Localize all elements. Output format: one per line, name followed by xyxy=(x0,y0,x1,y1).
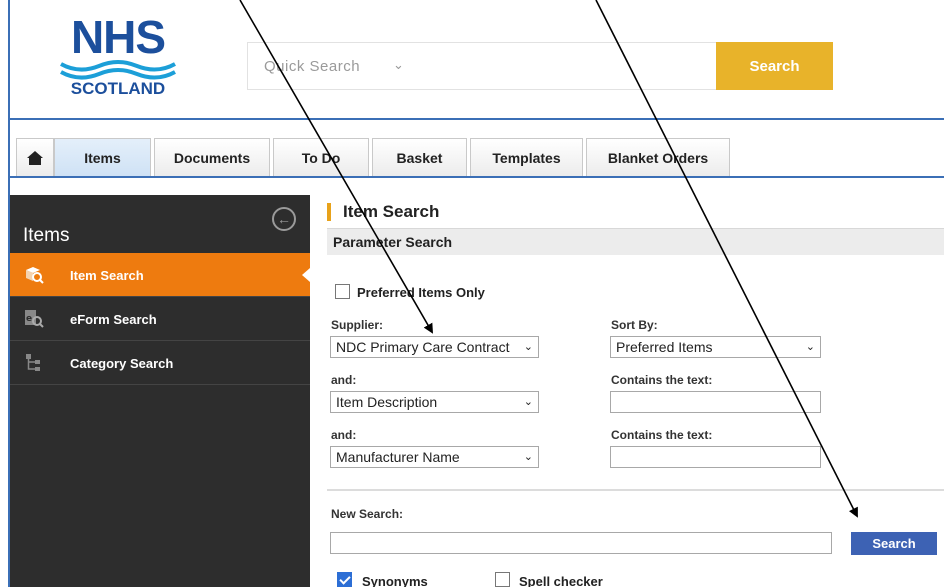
tab-documents[interactable]: Documents xyxy=(154,138,270,176)
sidebar-item-label: Item Search xyxy=(70,268,144,283)
page-title: Item Search xyxy=(327,203,439,221)
tab-to-do[interactable]: To Do xyxy=(273,138,369,176)
tab-templates[interactable]: Templates xyxy=(470,138,583,176)
contains-text-input-1[interactable] xyxy=(610,391,821,413)
logo-nhs-text: NHS xyxy=(70,11,166,63)
home-icon xyxy=(27,150,43,165)
tab-basket[interactable]: Basket xyxy=(372,138,467,176)
section-title: Parameter Search xyxy=(333,234,453,250)
chevron-down-icon: ⌄ xyxy=(523,451,533,463)
sort-by-select[interactable]: Preferred Items ⌄ xyxy=(610,336,821,358)
sidebar-item-label: eForm Search xyxy=(70,312,157,327)
parameter-search-header: Parameter Search xyxy=(327,228,944,255)
sidebar-item-eform-search[interactable]: e eForm Search xyxy=(10,297,310,341)
supplier-select-value: NDC Primary Care Contract xyxy=(336,339,510,355)
sidebar-title: Items xyxy=(23,225,70,246)
field-1-select[interactable]: Item Description ⌄ xyxy=(330,391,539,413)
sidebar-item-item-search[interactable]: Item Search xyxy=(10,253,310,297)
chevron-down-icon: ⌄ xyxy=(523,341,533,353)
field-2-select[interactable]: Manufacturer Name ⌄ xyxy=(330,446,539,468)
supplier-label: Supplier: xyxy=(331,318,384,332)
sort-by-select-value: Preferred Items xyxy=(616,339,713,355)
and-label: and: xyxy=(331,373,357,387)
quick-search-placeholder: Quick Search xyxy=(264,58,361,75)
preferred-items-only-label: Preferred Items Only xyxy=(357,285,485,300)
spell-checker-label: Spell checker xyxy=(519,574,603,587)
sidebar: Items ← Item Search e eForm Search Categ… xyxy=(10,195,310,587)
chevron-down-icon: ⌄ xyxy=(523,396,533,408)
quick-search-input[interactable]: Quick Search ⌄ xyxy=(247,42,717,90)
contains-text-input-2[interactable] xyxy=(610,446,821,468)
tab-items[interactable]: Items xyxy=(54,138,151,176)
chevron-down-icon: ⌄ xyxy=(805,341,815,353)
nhs-scotland-logo: NHS SCOTLAND xyxy=(58,14,178,104)
new-search-label: New Search: xyxy=(331,507,404,521)
tab-blanket-orders[interactable]: Blanket Orders xyxy=(586,138,730,176)
category-tree-icon xyxy=(26,354,40,371)
collapse-sidebar-icon[interactable]: ← xyxy=(272,207,296,231)
new-search-input[interactable] xyxy=(330,532,832,554)
svg-text:e: e xyxy=(26,314,32,324)
logo-scotland-text: SCOTLAND xyxy=(70,79,166,98)
search-button[interactable]: Search xyxy=(851,532,937,555)
home-tab[interactable] xyxy=(16,138,54,176)
sidebar-item-category-search[interactable]: Category Search xyxy=(10,341,310,385)
sort-by-label: Sort By: xyxy=(611,318,658,332)
contains-text-label: Contains the text: xyxy=(611,373,713,387)
spell-checker-checkbox[interactable] xyxy=(495,572,510,587)
item-search-icon xyxy=(26,267,44,284)
quick-search-button[interactable]: Search xyxy=(716,42,833,90)
sidebar-item-label: Category Search xyxy=(70,356,174,371)
field-2-select-value: Manufacturer Name xyxy=(336,449,460,465)
synonyms-checkbox[interactable] xyxy=(337,572,352,587)
synonyms-label: Synonyms xyxy=(362,574,428,587)
field-1-select-value: Item Description xyxy=(336,394,438,410)
main-tab-bar: Items Documents To Do Basket Templates B… xyxy=(10,138,944,178)
contains-text-label: Contains the text: xyxy=(611,428,713,442)
eform-search-icon: e xyxy=(25,310,44,328)
supplier-select[interactable]: NDC Primary Care Contract ⌄ xyxy=(330,336,539,358)
preferred-items-only-checkbox[interactable] xyxy=(335,284,350,299)
chevron-down-icon[interactable]: ⌄ xyxy=(393,57,404,73)
and-label: and: xyxy=(331,428,357,442)
section-divider xyxy=(327,489,944,491)
